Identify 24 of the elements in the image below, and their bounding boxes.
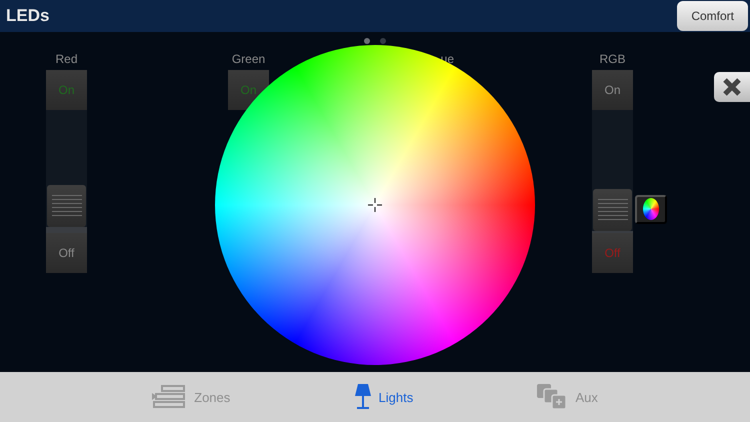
on-button[interactable]: On: [46, 70, 87, 110]
color-wheel-icon: [643, 198, 659, 220]
on-button[interactable]: On: [592, 70, 633, 110]
tab-bar-item[interactable]: Zones: [152, 385, 230, 409]
page-dot[interactable]: [380, 38, 386, 44]
stacked-bars-icon: [152, 385, 186, 409]
tab-bar-item[interactable]: Lights: [354, 384, 414, 410]
channel-label: RGB: [599, 52, 626, 68]
off-button[interactable]: Off: [46, 233, 87, 273]
channel-label: Red: [55, 52, 78, 68]
color-wheel-button[interactable]: [635, 194, 667, 224]
slider-thumb[interactable]: [593, 188, 632, 231]
close-button[interactable]: [714, 72, 750, 102]
mode-button[interactable]: Comfort: [677, 1, 748, 31]
slider-thumb[interactable]: [47, 184, 86, 227]
screen-title: LEDs: [6, 6, 50, 26]
close-icon: [722, 78, 742, 96]
channel-label: Green: [232, 52, 266, 68]
tab-bar-item[interactable]: Aux: [537, 384, 598, 410]
page-dot[interactable]: [364, 38, 370, 44]
stacked-squares-icon: [537, 384, 568, 410]
crosshair-icon: [368, 198, 382, 212]
lamp-icon: [354, 384, 371, 410]
off-button[interactable]: Off: [592, 233, 633, 273]
